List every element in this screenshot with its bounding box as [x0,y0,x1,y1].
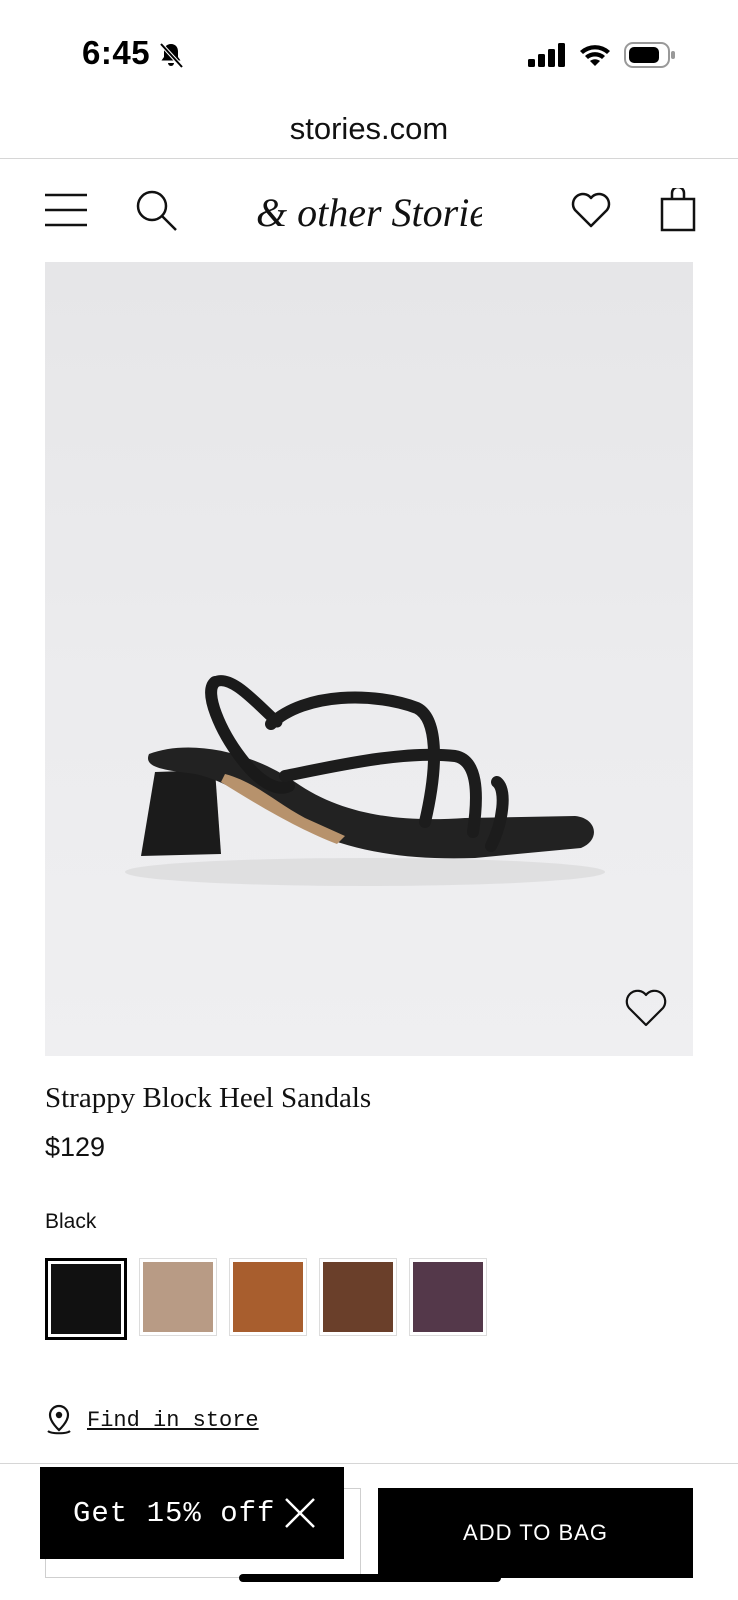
color-swatch-tan[interactable] [229,1258,307,1336]
color-swatch-brown[interactable] [319,1258,397,1336]
color-swatch-plum[interactable] [409,1258,487,1336]
site-header: & other Stories [0,160,738,260]
shopping-bag-button[interactable] [654,186,702,234]
swatch-fill [233,1262,303,1332]
color-swatch-beige[interactable] [139,1258,217,1336]
shopping-bag-icon [660,188,696,232]
selected-color-label: Black [45,1210,97,1233]
svg-text:& other Stories: & other Stories [256,190,482,235]
search-button[interactable] [132,186,180,234]
swatch-fill [50,1263,122,1335]
menu-button[interactable] [42,186,90,234]
add-to-bag-button[interactable]: ADD TO BAG [378,1488,693,1578]
signal-icon [528,43,565,67]
footer-divider [0,1463,738,1464]
find-in-store-label[interactable]: Find in store [87,1408,259,1433]
product-image[interactable] [45,262,693,1056]
find-in-store-link[interactable]: Find in store [45,1404,259,1436]
product-price: $129 [45,1132,106,1162]
home-indicator[interactable] [239,1574,501,1582]
color-swatches [45,1258,487,1340]
color-swatch-black[interactable] [45,1258,127,1340]
heart-icon [571,192,611,228]
product-title: Strappy Block Heel Sandals [45,1082,372,1114]
menu-icon [45,193,87,227]
wifi-icon [580,45,610,66]
swatch-fill [323,1262,393,1332]
browser-url-bar[interactable]: stories.com [0,100,738,159]
promo-banner[interactable]: Get 15% off [40,1467,344,1559]
url-text[interactable]: stories.com [290,111,448,146]
sandal-illustration [125,675,605,886]
battery-icon [624,42,675,68]
search-icon [136,190,177,231]
status-bar: 6:45 [0,0,738,100]
swatch-fill [413,1262,483,1332]
close-icon[interactable] [284,1497,316,1529]
swatch-fill [143,1262,213,1332]
location-pin-icon [47,1404,71,1435]
wishlist-button[interactable] [567,186,615,234]
status-time: 6:45 [82,34,151,71]
brand-logo[interactable]: & other Stories [256,182,482,242]
promo-label[interactable]: Get 15% off [73,1497,275,1530]
bell-slash-icon [159,42,184,69]
favorite-heart-icon[interactable] [624,988,668,1028]
